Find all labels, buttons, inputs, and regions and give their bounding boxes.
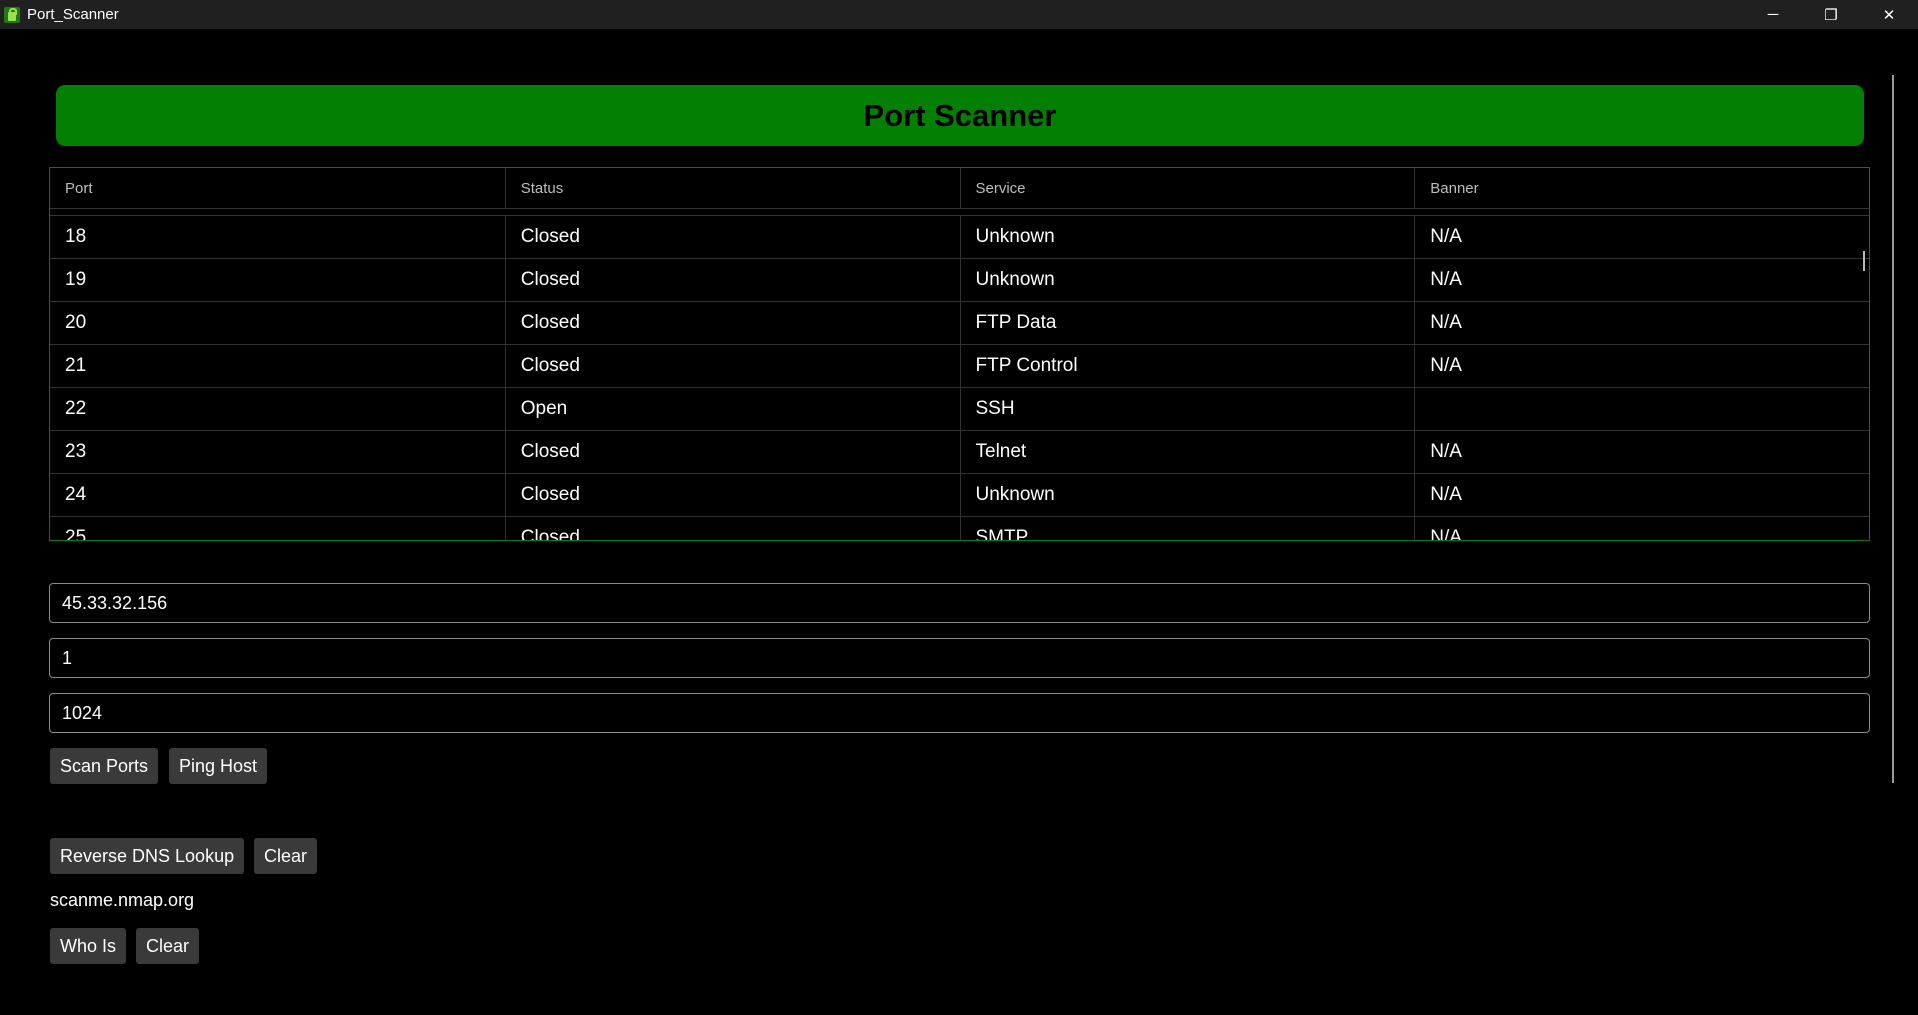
column-header-port[interactable]: Port (50, 168, 505, 208)
cell-service: Unknown (959, 474, 1415, 516)
cell-port: 21 (65, 355, 87, 376)
cell-status: Closed (504, 259, 960, 301)
reverse-dns-button[interactable]: Reverse DNS Lookup (50, 838, 245, 874)
clear-dns-button[interactable]: Clear (254, 838, 318, 874)
cell-status: Closed (504, 302, 960, 344)
cell-service: FTP Control (959, 345, 1415, 387)
table-header: Port Status Service Banner (50, 168, 1869, 209)
cell-port: 24 (65, 484, 87, 505)
end-port-input[interactable] (49, 693, 1870, 733)
table-row[interactable]: 25 Closed SMTP N/A (50, 516, 1869, 541)
cell-service: Unknown (959, 259, 1415, 301)
ping-host-button[interactable]: Ping Host (169, 748, 268, 784)
table-row[interactable]: 23 Closed Telnet N/A (50, 430, 1869, 473)
cell-port: 25 (65, 527, 87, 541)
cell-status: Closed (504, 431, 960, 473)
table-scrollbar[interactable] (1863, 251, 1865, 271)
page-title: Port Scanner (863, 97, 1057, 133)
cell-port: 23 (65, 441, 87, 462)
window-controls: ─ ❐ ✕ (1744, 0, 1918, 29)
close-button[interactable]: ✕ (1860, 0, 1918, 29)
cell-service: SSH (959, 388, 1415, 430)
cell-banner: N/A (1414, 345, 1869, 387)
cell-service: Telnet (959, 431, 1415, 473)
table-row[interactable]: 21 Closed FTP Control N/A (50, 344, 1869, 387)
cell-status: Closed (504, 345, 960, 387)
cell-banner: N/A (1414, 517, 1869, 540)
results-table[interactable]: Port Status Service Banner 18 Closed Unk… (49, 167, 1870, 541)
cell-status: Closed (504, 216, 960, 258)
cell-service: FTP Data (959, 302, 1415, 344)
cell-banner: N/A (1414, 259, 1869, 301)
cell-status: Open (504, 388, 960, 430)
cell-status: Closed (504, 517, 960, 540)
cell-banner: N/A (1414, 431, 1869, 473)
table-row[interactable]: 22 Open SSH (50, 387, 1869, 430)
header-banner: Port Scanner (56, 85, 1864, 146)
column-header-banner[interactable]: Banner (1414, 168, 1869, 208)
restore-button[interactable]: ❐ (1802, 0, 1860, 29)
lock-icon (4, 6, 20, 23)
table-row[interactable]: 20 Closed FTP Data N/A (50, 301, 1869, 344)
cell-banner: N/A (1414, 302, 1869, 344)
cell-port: 18 (65, 226, 87, 247)
table-row[interactable]: 18 Closed Unknown N/A (50, 215, 1869, 258)
start-port-input[interactable] (49, 638, 1870, 678)
host-input[interactable] (49, 583, 1870, 623)
clear-whois-button[interactable]: Clear (136, 928, 200, 964)
table-body: 18 Closed Unknown N/A 19 Closed Unknown … (50, 215, 1869, 541)
cell-status: Closed (504, 474, 960, 516)
reverse-dns-result: scanme.nmap.org (50, 890, 195, 910)
cell-port: 22 (65, 398, 87, 419)
window-title: Port_Scanner (27, 6, 119, 23)
page-scrollbar[interactable] (1892, 75, 1894, 783)
cell-banner: N/A (1414, 474, 1869, 516)
table-row[interactable]: 19 Closed Unknown N/A (50, 258, 1869, 301)
minimize-button[interactable]: ─ (1744, 0, 1802, 29)
table-row[interactable]: 24 Closed Unknown N/A (50, 473, 1869, 516)
column-header-status[interactable]: Status (504, 168, 960, 208)
cell-service: Unknown (959, 216, 1415, 258)
cell-port: 20 (65, 312, 87, 333)
cell-service: SMTP (959, 517, 1415, 540)
cell-banner (1414, 388, 1869, 430)
title-bar: Port_Scanner ─ ❐ ✕ (0, 0, 1918, 29)
scan-ports-button[interactable]: Scan Ports (50, 748, 159, 784)
column-header-service[interactable]: Service (959, 168, 1415, 208)
whois-button[interactable]: Who Is (50, 928, 127, 964)
cell-port: 19 (65, 269, 87, 290)
cell-banner: N/A (1414, 216, 1869, 258)
